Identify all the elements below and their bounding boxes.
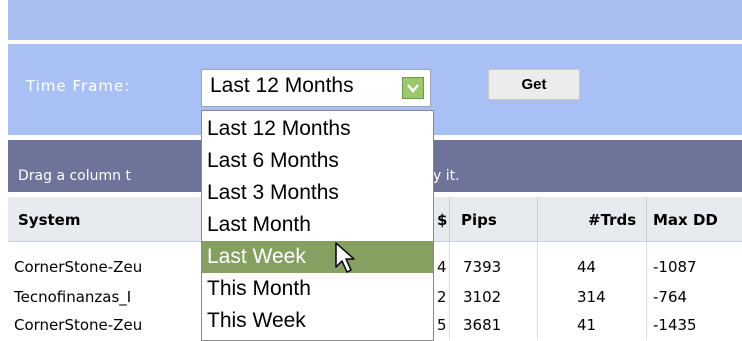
cell-pips: 3102 [463,288,502,306]
column-divider [449,197,450,242]
option-last-6-months[interactable]: Last 6 Months [202,145,433,177]
cell-system: CornerStone-Zeu [14,258,143,276]
chevron-down-icon[interactable] [402,77,424,99]
column-header-pips[interactable]: Pips [461,211,497,229]
group-by-hint-start: Drag a column t [18,168,131,184]
group-by-hint-end: y it. [433,168,460,184]
time-frame-dropdown-list[interactable]: Last 12 Months Last 6 Months Last 3 Mont… [201,110,434,341]
cell-system: Tecnofinanzas_I [14,288,132,306]
cell-dollar: 2 [437,288,447,306]
cell-max-dd: -764 [653,288,688,306]
option-last-week[interactable]: Last Week [202,241,433,273]
time-frame-select-value: Last 12 Months [210,74,354,97]
cell-dollar: 4 [437,258,447,276]
column-divider [646,197,647,242]
top-banner [8,0,742,40]
cell-pips: 3681 [463,316,502,334]
cell-max-dd: -1087 [653,258,697,276]
option-last-3-months[interactable]: Last 3 Months [202,177,433,209]
column-header-dollar[interactable]: $ [437,211,447,229]
cell-trades: 44 [577,258,597,276]
option-this-month[interactable]: This Month [202,273,433,305]
column-divider [537,197,538,242]
cell-trades: 41 [577,316,597,334]
cell-max-dd: -1435 [653,316,697,334]
cell-pips: 7393 [463,258,502,276]
cell-dollar: 5 [437,316,447,334]
cell-system: CornerStone-Zeu [14,316,143,334]
column-header-system[interactable]: System [18,211,80,229]
cell-trades: 314 [577,288,606,306]
option-last-month[interactable]: Last Month [202,209,433,241]
time-frame-label: Time Frame: [26,77,131,95]
option-this-week[interactable]: This Week [202,305,433,337]
get-button[interactable]: Get [488,69,580,100]
column-header-trades[interactable]: #Trds [588,211,636,229]
mouse-pointer-icon [334,241,358,281]
column-header-max-dd[interactable]: Max DD [653,211,718,229]
option-last-12-months[interactable]: Last 12 Months [202,113,433,145]
